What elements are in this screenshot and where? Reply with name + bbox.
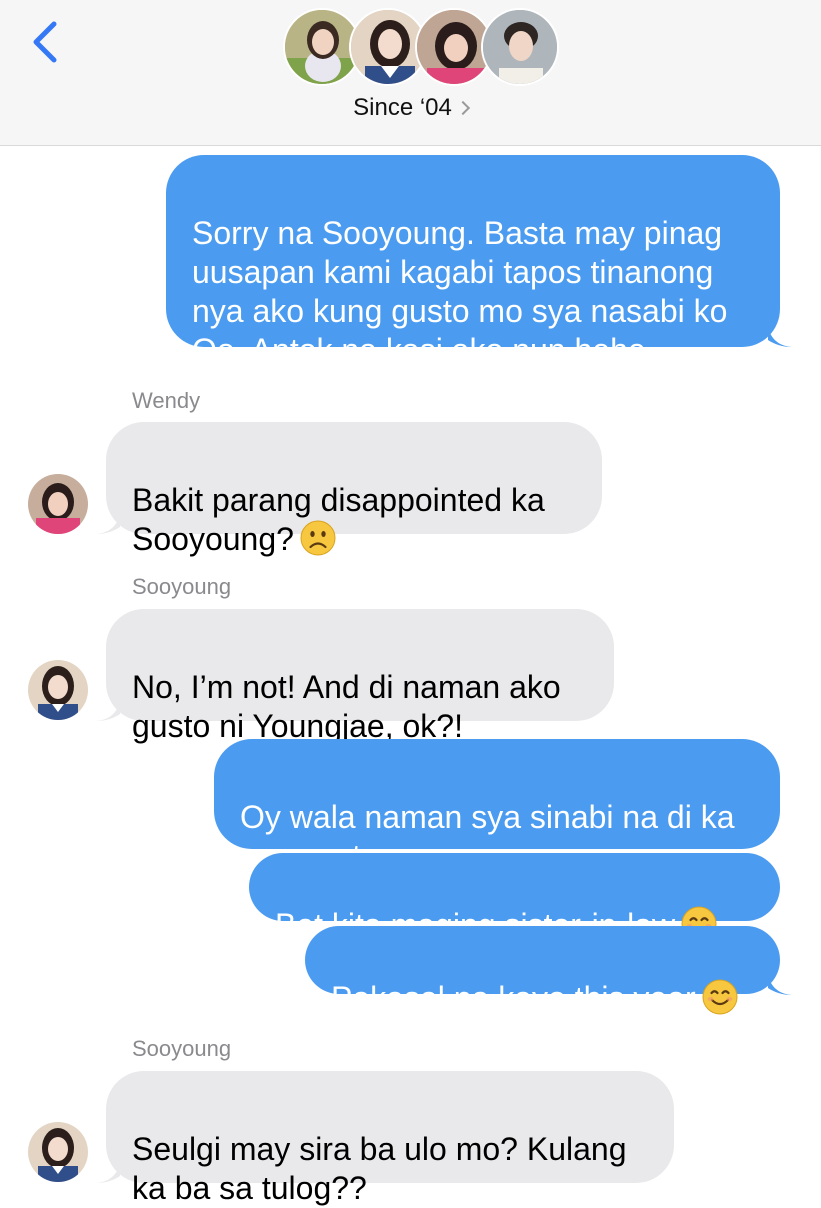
message-text: No, I’m not! And di naman ako gusto ni Y… [132,669,561,744]
frowning-face-emoji [300,520,336,556]
outgoing-message-bubble[interactable]: Bet kita maging sister-in-law [249,853,780,943]
incoming-message-bubble[interactable]: Seulgi may sira ba ulo mo? Kulang ka ba … [106,1071,674,1206]
avatar-sooyoung[interactable] [28,660,88,720]
sender-name: Wendy [132,388,201,413]
chevron-left-icon [33,21,57,63]
bubble-tail [768,326,792,347]
group-name-button[interactable]: Since ‘04 [0,94,821,122]
message-text: Bakit parang disappointed ka Sooyoung? [132,482,545,557]
message-text: Pakasal na kayo this year [331,980,696,1016]
bubble-tail [96,1162,120,1183]
group-avatar-4 [481,8,559,86]
smiling-face-emoji [702,979,738,1015]
avatar-wendy[interactable] [28,474,88,534]
bubble-tail [96,513,120,534]
back-button[interactable] [28,18,68,66]
conversation-header: Since ‘04 [0,0,821,146]
outgoing-message-bubble[interactable]: Sorry na Sooyoung. Basta may pinag uusap… [166,155,780,368]
outgoing-message-bubble[interactable]: Oy wala naman sya sinabi na di ka nya gu… [214,739,780,874]
message-text: Seulgi may sira ba ulo mo? Kulang ka ba … [132,1131,627,1206]
outgoing-message-bubble[interactable]: Pakasal na kayo this year [305,926,780,1016]
incoming-message-bubble[interactable]: Bakit parang disappointed ka Sooyoung? [106,422,602,557]
sender-name: Sooyoung [132,1036,232,1061]
group-avatars[interactable] [283,8,559,88]
chevron-right-icon [455,100,470,116]
bubble-tail [96,700,120,721]
sender-name: Sooyoung [132,574,232,599]
bubble-tail [768,974,792,995]
incoming-message-bubble[interactable]: No, I’m not! And di naman ako gusto ni Y… [106,609,614,744]
message-text: Sorry na Sooyoung. Basta may pinag uusap… [192,215,728,368]
group-name-label: Since ‘04 [353,94,452,121]
avatar-sooyoung[interactable] [28,1122,88,1182]
